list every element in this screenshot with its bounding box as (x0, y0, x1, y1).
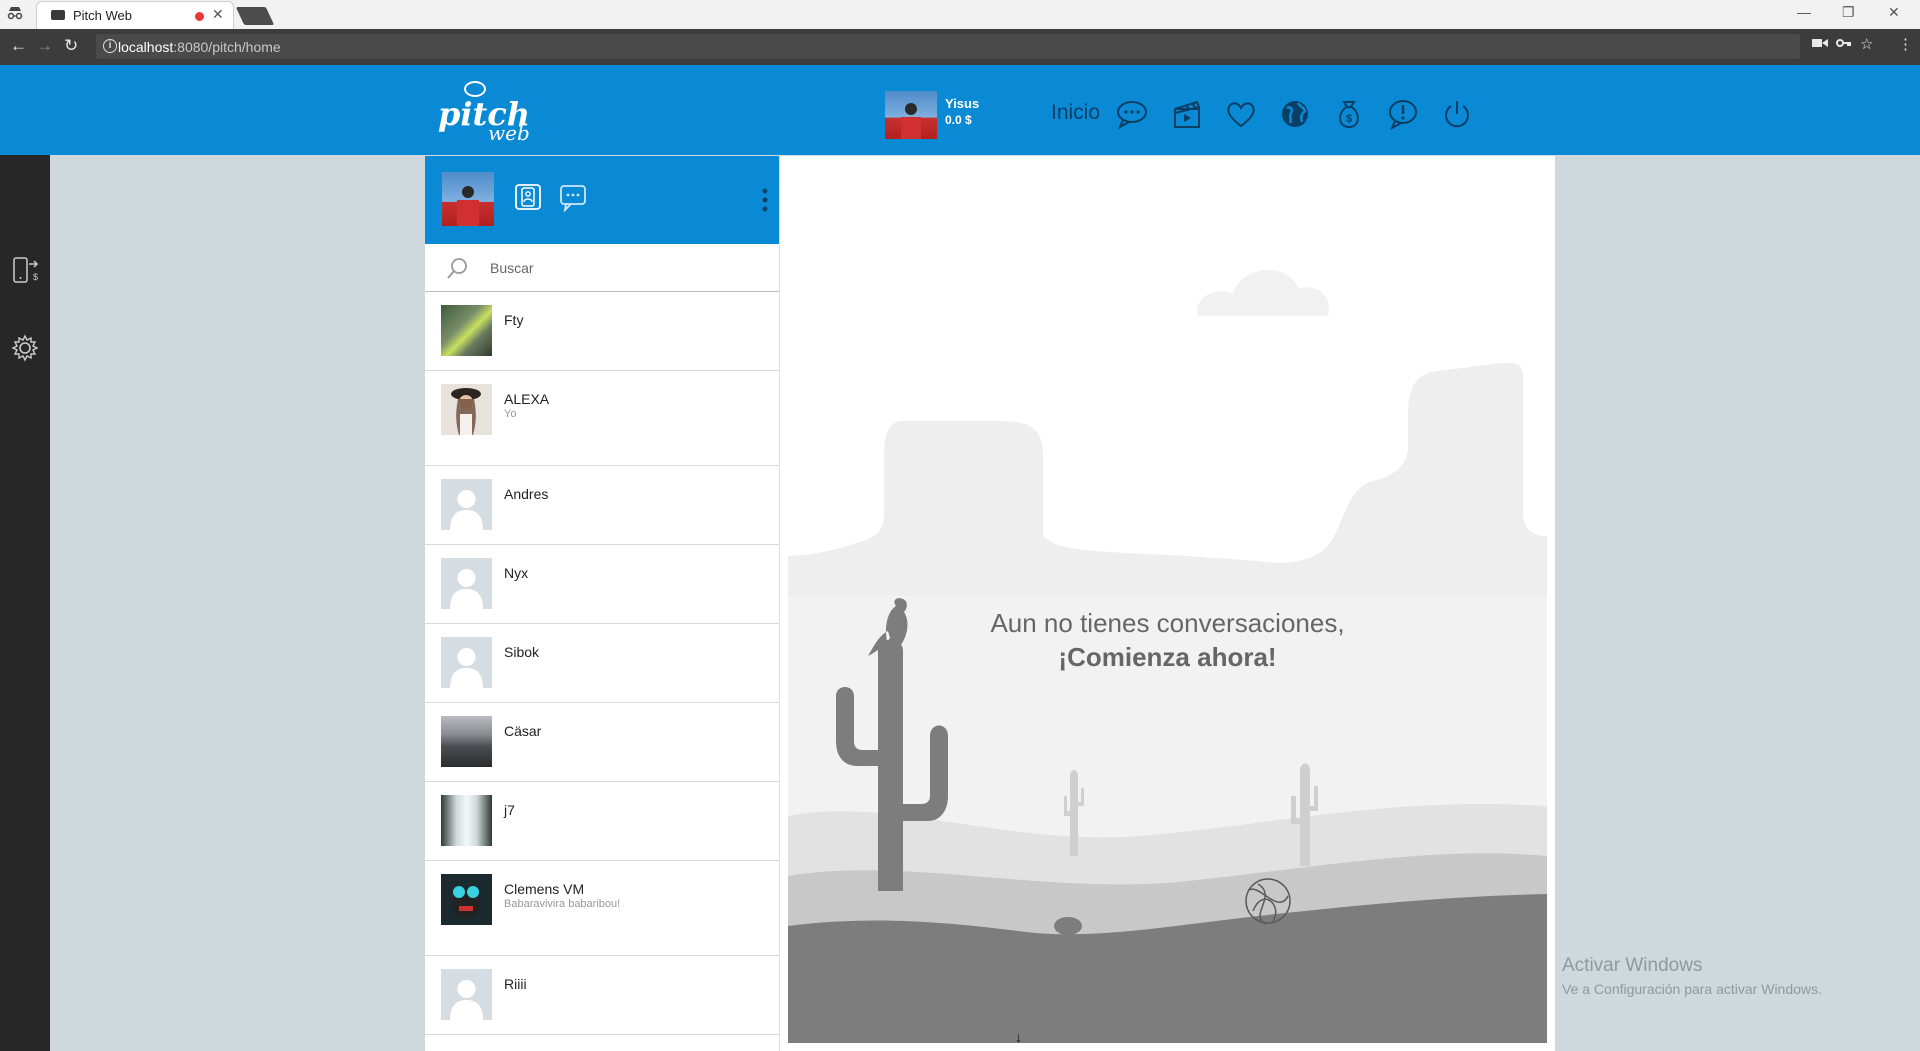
window-close-icon[interactable]: ✕ (1888, 4, 1900, 21)
phone-money-icon[interactable]: $ (11, 255, 41, 285)
desert-illustration: Aun no tienes conversaciones, ¡Comienza … (788, 156, 1547, 1043)
chat-icon[interactable] (1115, 97, 1149, 131)
gear-icon[interactable] (10, 333, 40, 363)
recording-icon (195, 12, 204, 21)
contact-avatar (441, 716, 492, 767)
app-header: pitch web Yisus 0.0 $ Inicio $ (0, 65, 1920, 155)
contact-item[interactable]: j7 (425, 782, 779, 861)
contact-item[interactable]: ALEXA Yo (425, 371, 779, 466)
svg-text:$: $ (33, 272, 38, 282)
money-bag-icon[interactable]: $ (1332, 97, 1366, 131)
chat-list-panel: Fty ALEXA Yo Andres Nyx (425, 156, 780, 1051)
default-avatar-icon (441, 969, 492, 1020)
new-tab-button[interactable] (235, 7, 275, 25)
user-balance: 0.0 $ (945, 113, 972, 127)
contact-name: Sibok (504, 644, 540, 660)
empty-state-title: Aun no tienes conversaciones, (990, 608, 1345, 638)
tab-close-icon[interactable]: ✕ (212, 6, 224, 23)
chat-panel-header (425, 156, 779, 244)
globe-icon[interactable] (1278, 97, 1312, 131)
contact-item[interactable]: Clemens VM Babaravivira babaribou! (425, 861, 779, 956)
favicon-icon (51, 10, 65, 20)
windows-watermark-title: Activar Windows (1562, 955, 1703, 976)
contact-name: Riiii (504, 976, 527, 992)
contact-name: j7 (504, 802, 515, 818)
forward-icon[interactable]: → (36, 36, 53, 56)
my-avatar[interactable] (442, 172, 494, 226)
contact-item[interactable]: Cäsar (425, 703, 779, 782)
reload-icon[interactable]: ↻ (64, 36, 78, 56)
contact-avatar (441, 795, 492, 846)
user-avatar[interactable] (885, 91, 937, 139)
contact-avatar (441, 874, 492, 925)
incognito-icon (6, 5, 26, 23)
default-avatar-icon (441, 558, 492, 609)
contact-status: Yo (504, 408, 517, 420)
arrow-down-icon: ↓ (1015, 1029, 1022, 1045)
contact-name: Clemens VM (504, 881, 585, 897)
key-icon[interactable] (1836, 37, 1852, 52)
browser-tab[interactable]: Pitch Web ✕ (36, 1, 234, 29)
contact-name: ALEXA (504, 391, 550, 407)
contact-name: Nyx (504, 565, 529, 581)
power-icon[interactable] (1440, 97, 1474, 131)
search-icon (445, 256, 469, 280)
default-avatar-icon (441, 479, 492, 530)
contact-item[interactable]: Fty (425, 292, 779, 371)
default-avatar-icon (441, 637, 492, 688)
contact-item[interactable]: Nyx (425, 545, 779, 624)
svg-text:$: $ (1346, 113, 1352, 125)
nav-inicio[interactable]: Inicio (1051, 101, 1100, 125)
minimize-icon[interactable]: — (1797, 4, 1811, 20)
windows-watermark-subtitle: Ve a Configuración para activar Windows. (1562, 981, 1822, 997)
search-input[interactable] (490, 256, 760, 280)
contacts-icon[interactable] (513, 182, 543, 212)
star-icon[interactable]: ☆ (1860, 35, 1873, 53)
left-sidebar: $ (0, 155, 50, 1051)
clapperboard-icon[interactable] (1170, 97, 1204, 131)
more-vert-icon[interactable] (762, 186, 768, 216)
url-field[interactable]: i localhost:8080/pitch/home (96, 34, 1800, 59)
browser-tabbar: Pitch Web ✕ — ❐ ✕ (0, 0, 1920, 29)
back-icon[interactable]: ← (10, 36, 27, 56)
info-icon[interactable]: i (103, 39, 117, 53)
empty-state-cta: ¡Comienza ahora! (1058, 642, 1277, 672)
contact-item[interactable]: Sibok (425, 624, 779, 703)
contact-item[interactable]: Andres (425, 466, 779, 545)
contact-item[interactable]: Riiii (425, 956, 779, 1035)
address-bar-row: ← → ↻ i localhost:8080/pitch/home ☆ ⋮ (0, 29, 1920, 65)
alert-icon[interactable] (1386, 97, 1420, 131)
camera-icon[interactable] (1812, 37, 1828, 52)
tab-title: Pitch Web (73, 8, 133, 23)
conversation-area: Aun no tienes conversaciones, ¡Comienza … (780, 156, 1555, 1051)
user-name: Yisus (945, 96, 980, 111)
contact-avatar (441, 305, 492, 356)
menu-icon[interactable]: ⋮ (1898, 35, 1913, 53)
contact-name: Cäsar (504, 723, 542, 739)
contact-status: Babaravivira babaribou! (504, 898, 621, 910)
contact-name: Andres (504, 486, 549, 502)
chat-bubble-icon[interactable] (558, 182, 588, 213)
url-text: localhost:8080/pitch/home (118, 39, 281, 55)
heart-icon[interactable] (1224, 97, 1258, 131)
contact-name: Fty (504, 312, 524, 328)
pitch-logo[interactable]: pitch web (438, 81, 530, 145)
search-row (425, 244, 779, 292)
restore-icon[interactable]: ❐ (1842, 4, 1855, 21)
contact-avatar (441, 384, 492, 435)
